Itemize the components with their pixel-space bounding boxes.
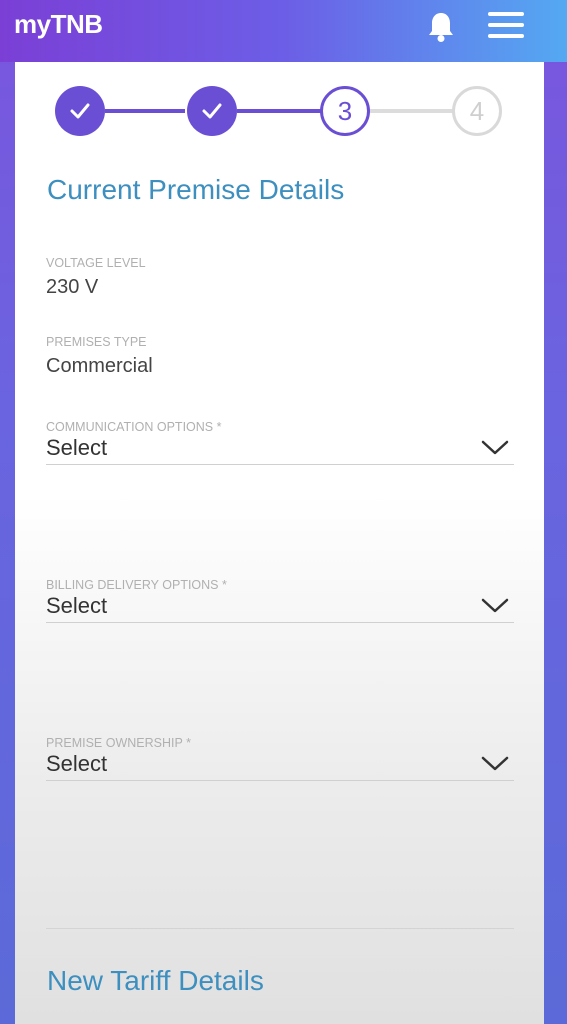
premises-type-value: Commercial xyxy=(46,355,153,377)
communication-options-value: Select xyxy=(46,435,108,460)
checkmark-icon xyxy=(70,103,90,119)
step-2-completed xyxy=(187,86,237,136)
section-divider xyxy=(46,928,514,929)
app-header: myTNB xyxy=(0,0,567,62)
hamburger-menu-icon[interactable] xyxy=(486,10,526,42)
step-4-pending: 4 xyxy=(452,86,502,136)
premises-type-label: PREMISES TYPE xyxy=(46,335,147,349)
checkmark-icon xyxy=(202,103,222,119)
step-1-completed xyxy=(55,86,105,136)
voltage-level-value: 230 V xyxy=(46,276,99,298)
app-logo: myTNB xyxy=(14,9,103,39)
new-tariff-title: New Tariff Details xyxy=(47,965,264,996)
premise-ownership-label: PREMISE OWNERSHIP * xyxy=(46,736,191,750)
step-connector xyxy=(105,109,185,113)
billing-delivery-select[interactable]: Select xyxy=(46,591,514,623)
chevron-down-icon xyxy=(481,440,509,455)
voltage-level-label: VOLTAGE LEVEL xyxy=(46,256,146,270)
step-connector xyxy=(369,109,455,113)
current-premise-title: Current Premise Details xyxy=(47,174,345,205)
chevron-down-icon xyxy=(481,756,509,771)
billing-delivery-label: BILLING DELIVERY OPTIONS * xyxy=(46,578,227,592)
chevron-down-icon xyxy=(481,598,509,613)
premise-ownership-value: Select xyxy=(46,751,108,776)
bell-icon[interactable] xyxy=(426,10,456,44)
communication-options-label: COMMUNICATION OPTIONS * xyxy=(46,420,222,434)
step-connector xyxy=(237,109,321,113)
premise-ownership-select[interactable]: Select xyxy=(46,749,514,781)
form-card: 3 4 Current Premise Details VOLTAGE LEVE… xyxy=(15,62,544,1024)
communication-options-select[interactable]: Select xyxy=(46,433,514,465)
progress-stepper: 3 4 xyxy=(15,62,544,162)
step-3-current: 3 xyxy=(320,86,370,136)
billing-delivery-value: Select xyxy=(46,593,108,618)
